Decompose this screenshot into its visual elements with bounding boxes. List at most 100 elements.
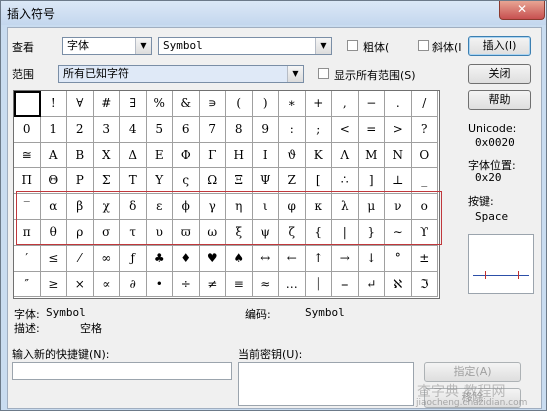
current-keys-list[interactable] bbox=[238, 362, 414, 406]
symbol-cell[interactable]: π bbox=[14, 220, 41, 246]
symbol-cell[interactable]: ⏐ bbox=[305, 271, 332, 298]
new-shortcut-input[interactable] bbox=[12, 362, 232, 380]
symbol-cell[interactable]: ζ bbox=[279, 220, 306, 246]
symbol-cell[interactable]: ↵ bbox=[358, 271, 385, 298]
symbol-cell[interactable]: − bbox=[358, 91, 385, 117]
symbol-cell[interactable]: ÷ bbox=[173, 271, 200, 298]
bold-checkbox[interactable] bbox=[347, 40, 358, 51]
symbol-cell[interactable]: η bbox=[226, 194, 253, 220]
symbol-cell[interactable]: → bbox=[332, 245, 359, 272]
symbol-cell[interactable]: ς bbox=[173, 168, 200, 195]
range-select[interactable]: 所有已知字符 ▼ bbox=[58, 65, 304, 83]
symbol-cell[interactable]: • bbox=[146, 271, 173, 298]
symbol-cell[interactable]: ° bbox=[385, 245, 412, 272]
show-all-ranges-checkbox[interactable] bbox=[318, 68, 329, 79]
symbol-cell[interactable]: ⁄ bbox=[67, 245, 94, 272]
symbol-cell[interactable]: Χ bbox=[93, 142, 120, 169]
symbol-cell[interactable]: Η bbox=[226, 142, 253, 169]
symbol-cell[interactable]: β bbox=[67, 194, 94, 220]
symbol-cell[interactable]: 9 bbox=[252, 116, 279, 143]
symbol-cell[interactable]: ′ bbox=[14, 245, 41, 272]
symbol-cell[interactable]: % bbox=[146, 91, 173, 117]
symbol-cell[interactable]: ± bbox=[411, 245, 438, 272]
symbol-cell[interactable]: Ε bbox=[146, 142, 173, 169]
symbol-cell[interactable]: Ρ bbox=[67, 168, 94, 195]
symbol-cell[interactable]: ↓ bbox=[358, 245, 385, 272]
symbol-cell[interactable]: = bbox=[358, 116, 385, 143]
symbol-cell[interactable]: ⊥ bbox=[385, 168, 412, 195]
symbol-cell[interactable]: 3 bbox=[93, 116, 120, 143]
symbol-cell[interactable]: ≅ bbox=[14, 142, 41, 169]
symbol-cell[interactable]: ] bbox=[358, 168, 385, 195]
symbol-cell[interactable]: ι bbox=[252, 194, 279, 220]
symbol-cell[interactable]: Σ bbox=[93, 168, 120, 195]
symbol-cell[interactable]: Π bbox=[14, 168, 41, 195]
symbol-cell[interactable]: Α bbox=[40, 142, 67, 169]
symbol-cell[interactable]: κ bbox=[305, 194, 332, 220]
symbol-cell[interactable]: Δ bbox=[120, 142, 147, 169]
symbol-cell[interactable]: Κ bbox=[305, 142, 332, 169]
symbol-cell[interactable]: Ω bbox=[199, 168, 226, 195]
symbol-cell[interactable]: ϒ bbox=[411, 220, 438, 246]
symbol-cell[interactable]: , bbox=[332, 91, 359, 117]
symbol-cell[interactable]: Ι bbox=[252, 142, 279, 169]
symbol-cell[interactable]: ≠ bbox=[199, 271, 226, 298]
view-select[interactable]: 字体 ▼ bbox=[62, 37, 152, 55]
symbol-cell[interactable]: ∍ bbox=[199, 91, 226, 117]
symbol-cell[interactable]: ! bbox=[40, 91, 67, 117]
symbol-cell[interactable]: ≤ bbox=[40, 245, 67, 272]
symbol-cell[interactable]: . bbox=[385, 91, 412, 117]
symbol-cell[interactable]: ⎯ bbox=[332, 271, 359, 298]
symbol-cell[interactable]: ∃ bbox=[120, 91, 147, 117]
symbol-cell[interactable]: : bbox=[279, 116, 306, 143]
symbol-cell[interactable]: 7 bbox=[199, 116, 226, 143]
symbol-cell[interactable]: δ bbox=[120, 194, 147, 220]
symbol-cell[interactable]: 5 bbox=[146, 116, 173, 143]
symbol-cell[interactable]: + bbox=[305, 91, 332, 117]
symbol-cell[interactable]: Τ bbox=[120, 168, 147, 195]
symbol-cell[interactable]: ξ bbox=[226, 220, 253, 246]
font-select[interactable]: Symbol ▼ bbox=[158, 37, 332, 55]
symbol-cell[interactable]: 6 bbox=[173, 116, 200, 143]
symbol-cell[interactable]: ∝ bbox=[93, 271, 120, 298]
symbol-cell[interactable]: ♣ bbox=[146, 245, 173, 272]
symbol-cell[interactable]: θ bbox=[40, 220, 67, 246]
symbol-cell[interactable]: Γ bbox=[199, 142, 226, 169]
insert-button[interactable]: 插入(I) bbox=[468, 36, 531, 56]
symbol-cell[interactable]: ϑ bbox=[279, 142, 306, 169]
symbol-cell[interactable]: ℑ bbox=[411, 271, 438, 298]
symbol-cell[interactable]: ℵ bbox=[385, 271, 412, 298]
symbol-cell[interactable]: Θ bbox=[40, 168, 67, 195]
character-grid[interactable]: ! ∀ # ∃% & ∍() ∗ +, −./ 0 1 2 3 4 5 6 7 8 9:; < = >? ≅ Α Β Χ Δ Ε Φ Γ Η… bbox=[13, 90, 440, 299]
symbol-cell[interactable]: Λ bbox=[332, 142, 359, 169]
symbol-cell[interactable]: Μ bbox=[358, 142, 385, 169]
symbol-cell[interactable] bbox=[14, 91, 41, 117]
symbol-cell[interactable]: ; bbox=[305, 116, 332, 143]
symbol-cell[interactable]: # bbox=[93, 91, 120, 117]
symbol-cell[interactable]: τ bbox=[120, 220, 147, 246]
close-button[interactable]: 关闭 bbox=[468, 64, 531, 84]
symbol-cell[interactable]: Β bbox=[67, 142, 94, 169]
symbol-cell[interactable]: ♦ bbox=[173, 245, 200, 272]
symbol-cell[interactable]: ≡ bbox=[226, 271, 253, 298]
symbol-cell[interactable]: & bbox=[173, 91, 200, 117]
help-button[interactable]: 帮助 bbox=[468, 90, 531, 110]
symbol-cell[interactable]: _ bbox=[411, 168, 438, 195]
symbol-cell[interactable]: ρ bbox=[67, 220, 94, 246]
symbol-cell[interactable]: Ο bbox=[411, 142, 438, 169]
symbol-cell[interactable]: ∂ bbox=[120, 271, 147, 298]
symbol-cell[interactable]: 2 bbox=[67, 116, 94, 143]
symbol-cell[interactable]: υ bbox=[146, 220, 173, 246]
symbol-cell[interactable]: ∗ bbox=[279, 91, 306, 117]
symbol-cell[interactable]: | bbox=[332, 220, 359, 246]
symbol-cell[interactable]: 4 bbox=[120, 116, 147, 143]
symbol-cell[interactable]: 1 bbox=[40, 116, 67, 143]
symbol-cell[interactable]: Ν bbox=[385, 142, 412, 169]
symbol-cell[interactable]: φ bbox=[279, 194, 306, 220]
symbol-cell[interactable]: Υ bbox=[146, 168, 173, 195]
symbol-cell[interactable]: > bbox=[385, 116, 412, 143]
symbol-cell[interactable]: Ψ bbox=[252, 168, 279, 195]
symbol-cell[interactable]: / bbox=[411, 91, 438, 117]
symbol-cell[interactable]: ϕ bbox=[173, 194, 200, 220]
symbol-cell[interactable]: ↑ bbox=[305, 245, 332, 272]
